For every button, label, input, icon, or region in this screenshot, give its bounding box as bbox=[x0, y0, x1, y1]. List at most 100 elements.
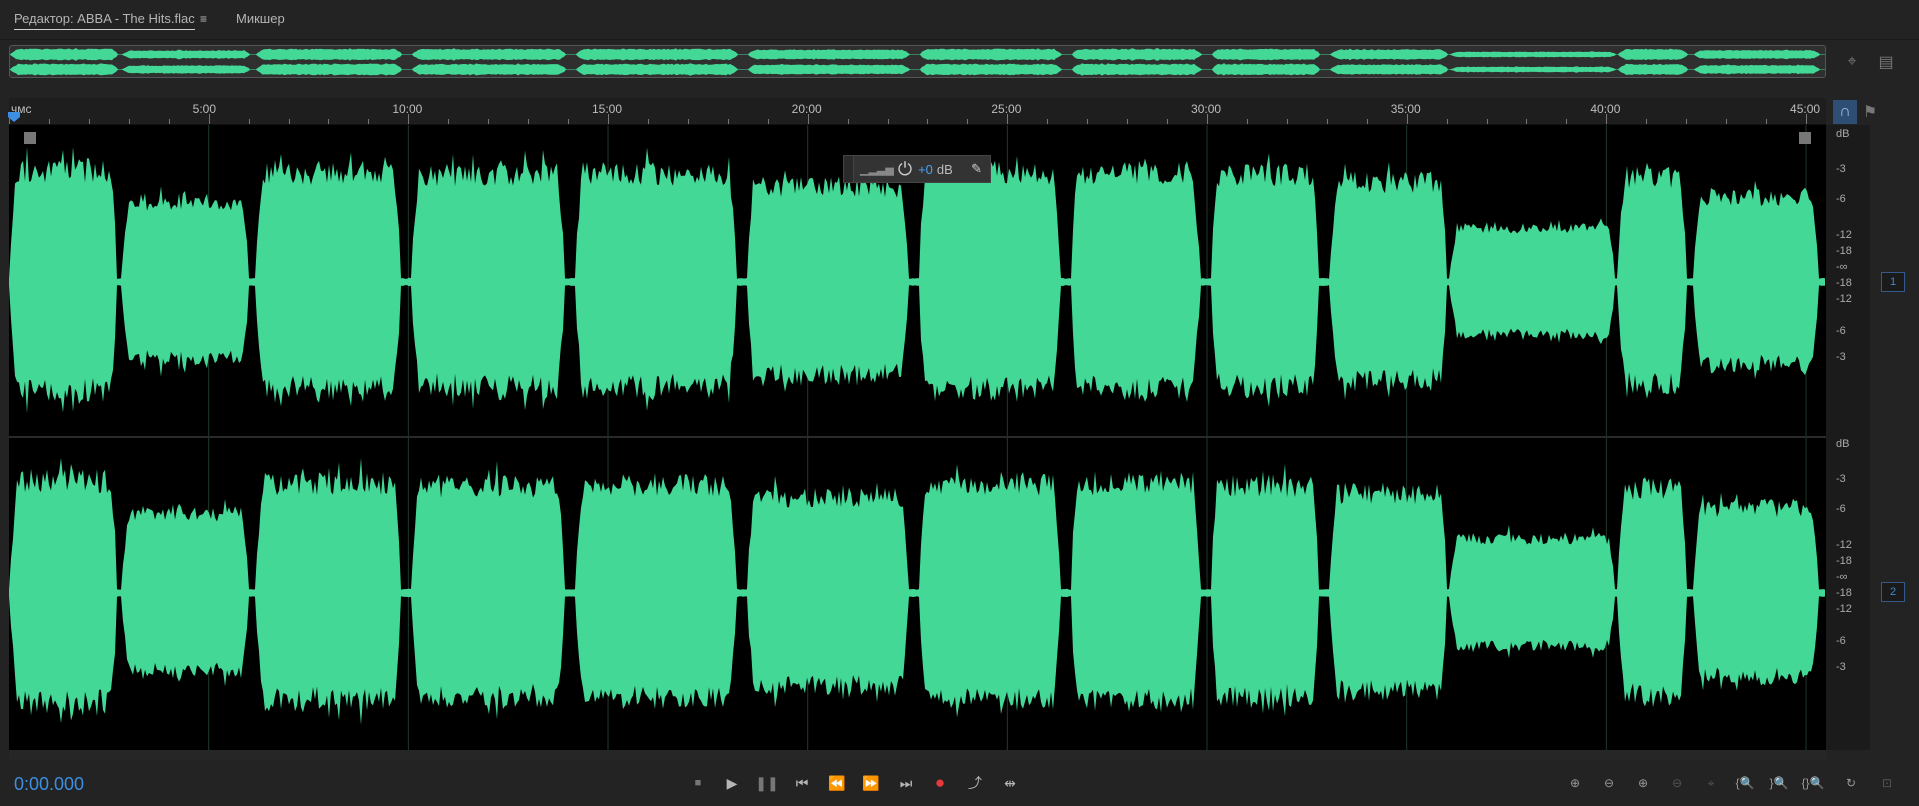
ruler-tick bbox=[1326, 119, 1328, 124]
skip-to-end-button[interactable]: ⏭ bbox=[892, 770, 920, 796]
stop-button[interactable]: ■ bbox=[684, 770, 712, 796]
db-scale-label: -18 bbox=[1836, 555, 1852, 567]
ruler-tick bbox=[1686, 119, 1688, 124]
ruler-tick bbox=[1526, 119, 1528, 124]
ruler-tick bbox=[647, 119, 649, 124]
db-scale-label: -∞ bbox=[1836, 571, 1848, 583]
ruler-tick bbox=[967, 119, 969, 124]
editor-tab-bar: Редактор: ABBA - The Hits.flac ≡ Микшер bbox=[0, 0, 1919, 40]
ruler-tick bbox=[248, 119, 250, 124]
ruler-tick bbox=[1246, 119, 1248, 124]
ruler-tick bbox=[1286, 119, 1288, 124]
gain-value[interactable]: +0 bbox=[918, 162, 933, 177]
channel-waveform bbox=[9, 147, 1825, 414]
level-bars-icon: ▁▂▃▅ bbox=[860, 163, 894, 176]
transport-bar: 0:00.000 ■ ▶ ❚❚ ⏮ ⏪ ⏩ ⏭ ● ⤴ ⇹ ⊕ ⊖ ⊕ ⊖ ⌖ … bbox=[0, 762, 1919, 806]
tab-editor[interactable]: Редактор: ABBA - The Hits.flac bbox=[14, 11, 195, 30]
ruler-tick bbox=[1087, 119, 1089, 124]
ruler-tick bbox=[1207, 114, 1209, 124]
zoom-out-amplitude-icon[interactable]: ⊖ bbox=[1594, 770, 1624, 796]
ruler-tick bbox=[488, 119, 490, 124]
waveform-overview[interactable] bbox=[9, 45, 1826, 78]
ruler-tick bbox=[448, 119, 450, 124]
db-scale-label: -3 bbox=[1836, 351, 1846, 363]
waveform-display[interactable] bbox=[9, 125, 1826, 750]
ruler-tick bbox=[1446, 119, 1448, 124]
ruler-tick bbox=[1167, 119, 1169, 124]
zoom-in-time-icon[interactable]: ⊕ bbox=[1628, 770, 1658, 796]
zoom-in-amplitude-icon[interactable]: ⊕ bbox=[1560, 770, 1590, 796]
loop-playback-button[interactable]: ⤴ bbox=[961, 770, 989, 796]
skip-selection-button[interactable]: ⇹ bbox=[996, 770, 1024, 796]
ruler-tick bbox=[767, 119, 769, 124]
db-scale-label: -18 bbox=[1836, 587, 1852, 599]
ruler-tick bbox=[568, 119, 570, 124]
volume-hud[interactable]: ▁▂▃▅ ⏻ +0 dB ✎ bbox=[843, 155, 991, 183]
ruler-tick bbox=[328, 119, 330, 124]
zoom-selection-icon[interactable]: {}🔍 bbox=[1798, 770, 1828, 796]
db-unit-bottom: dB bbox=[1836, 438, 1850, 450]
db-scale-label: -6 bbox=[1836, 503, 1846, 515]
gain-unit: dB bbox=[936, 161, 953, 177]
ruler-tick bbox=[168, 119, 170, 124]
channel-waveform bbox=[10, 63, 1825, 76]
ruler-tick bbox=[288, 119, 290, 124]
tab-menu-icon[interactable]: ≡ bbox=[200, 12, 207, 26]
ruler-tick bbox=[9, 114, 10, 124]
zoom-out-full-icon[interactable]: ⌖ bbox=[1696, 770, 1726, 796]
ruler-tick bbox=[208, 114, 210, 124]
fade-out-handle-icon[interactable] bbox=[1799, 132, 1811, 144]
volume-knob-icon[interactable]: ⏻ bbox=[898, 159, 912, 180]
ruler-tick bbox=[927, 119, 929, 124]
ruler-tick bbox=[1366, 119, 1368, 124]
channel-1-badge[interactable]: 1 bbox=[1881, 272, 1905, 292]
time-ruler[interactable]: чмс 5:00 10:00 15:00 20:00 25:00 30:00 35:00 40… bbox=[8, 98, 1826, 125]
db-scale-label: -6 bbox=[1836, 193, 1846, 205]
channel-waveform bbox=[9, 458, 1825, 725]
pin-icon[interactable]: ✎ bbox=[971, 161, 982, 177]
ruler-tick bbox=[1766, 119, 1768, 124]
db-scale-label: -3 bbox=[1836, 473, 1846, 485]
hud-drag-handle[interactable] bbox=[844, 156, 854, 182]
current-time[interactable]: 0:00.000 bbox=[14, 774, 84, 795]
fast-forward-button[interactable]: ⏩ bbox=[857, 770, 885, 796]
snap-toggle-icon[interactable]: ∩ bbox=[1833, 100, 1857, 124]
db-scale-label: -∞ bbox=[1836, 261, 1848, 273]
ruler-tick bbox=[408, 114, 410, 124]
db-scale-label: -12 bbox=[1836, 229, 1852, 241]
channel-2-badge[interactable]: 2 bbox=[1881, 582, 1905, 602]
tab-mixer[interactable]: Микшер bbox=[236, 11, 285, 26]
ruler-tick bbox=[528, 119, 530, 124]
play-button[interactable]: ▶ bbox=[718, 770, 746, 796]
fade-in-handle-icon[interactable] bbox=[24, 132, 36, 144]
rewind-button[interactable]: ⏪ bbox=[823, 770, 851, 796]
db-scale-label: -12 bbox=[1836, 539, 1852, 551]
ruler-tick bbox=[1606, 114, 1608, 124]
record-button[interactable]: ● bbox=[926, 770, 954, 796]
ruler-tick bbox=[887, 119, 889, 124]
db-scale-label: -6 bbox=[1836, 325, 1846, 337]
ruler-tick bbox=[128, 119, 130, 124]
zoom-in-at-start-icon[interactable]: {🔍 bbox=[1730, 770, 1760, 796]
skip-to-start-button[interactable]: ⏮ bbox=[788, 770, 816, 796]
overview-waveform bbox=[10, 48, 1825, 76]
list-view-icon[interactable]: ▤ bbox=[1872, 50, 1900, 74]
horizontal-scrollbar[interactable] bbox=[9, 750, 1826, 760]
marker-pin-icon[interactable]: ⚑ bbox=[1860, 100, 1880, 124]
ruler-tick bbox=[687, 119, 689, 124]
ruler-tick bbox=[1646, 119, 1648, 124]
zoom-in-at-end-icon[interactable]: }🔍 bbox=[1764, 770, 1794, 796]
ruler-tick bbox=[807, 114, 809, 124]
zoom-reset-icon[interactable]: ↻ bbox=[1836, 770, 1866, 796]
ruler-tick bbox=[48, 119, 50, 124]
db-unit-top: dB bbox=[1836, 128, 1850, 140]
ruler-tick bbox=[1047, 119, 1049, 124]
pause-button[interactable]: ❚❚ bbox=[753, 770, 781, 796]
db-scale-label: -6 bbox=[1836, 635, 1846, 647]
zoom-out-time-icon[interactable]: ⊖ bbox=[1662, 770, 1692, 796]
zoom-fit-icon[interactable]: ⊡ bbox=[1872, 770, 1902, 796]
ruler-tick bbox=[1486, 119, 1488, 124]
zoom-target-icon[interactable]: ⌖ bbox=[1838, 50, 1866, 74]
channel-waveform bbox=[10, 48, 1825, 61]
ruler-tick bbox=[727, 119, 729, 124]
